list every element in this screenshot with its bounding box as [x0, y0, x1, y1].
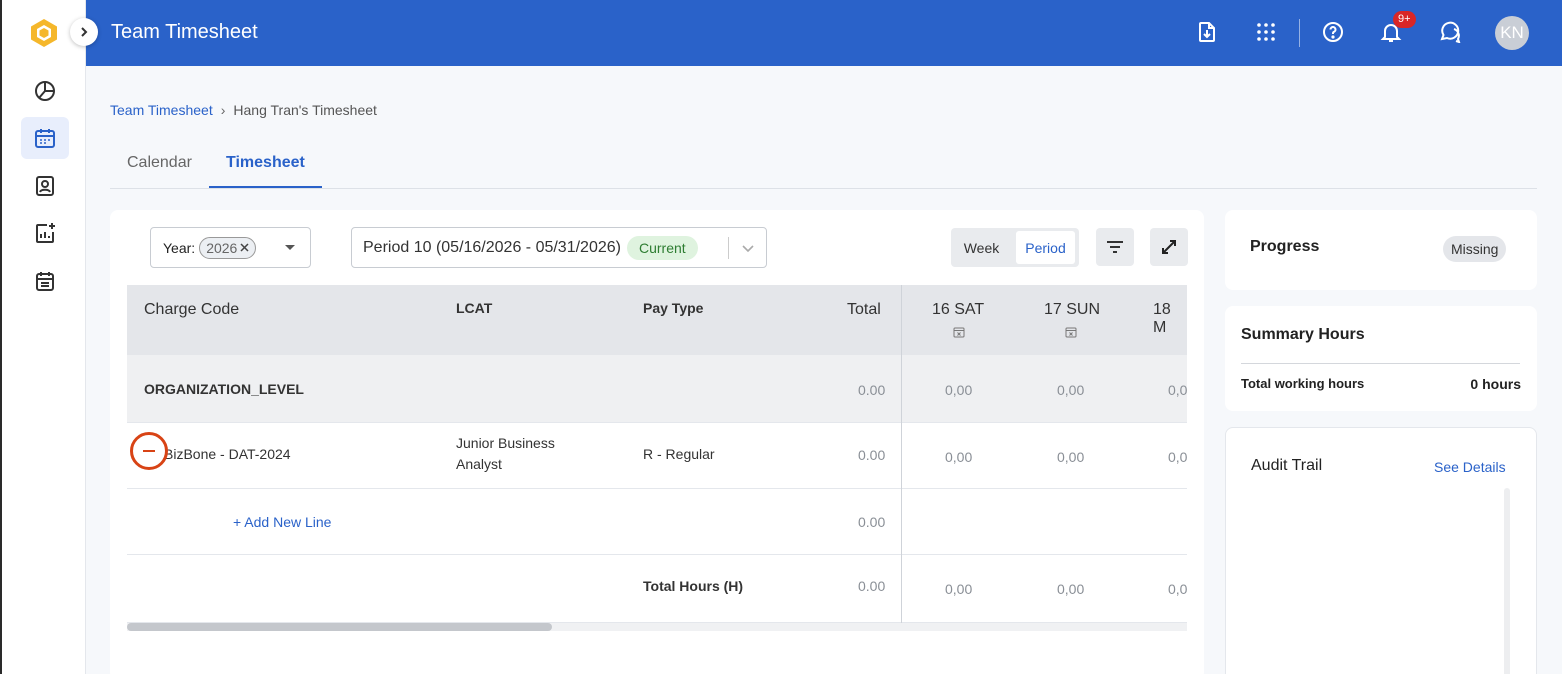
day-cell: 0,00: [945, 581, 973, 597]
period-value: Period 10 (05/16/2026 - 05/31/2026): [363, 238, 621, 256]
header-charge-code: Charge Code: [144, 301, 240, 318]
header-lcat: LCAT: [456, 300, 493, 316]
header-pay-type: Pay Type: [643, 300, 704, 316]
total-working-hours-label: Total working hours: [1241, 376, 1365, 391]
close-icon[interactable]: [240, 243, 249, 252]
calendar-icon[interactable]: [21, 117, 69, 159]
fullscreen-button[interactable]: [1150, 228, 1188, 266]
summary-hours-card: Summary Hours Total working hours 0 hour…: [1225, 306, 1537, 411]
day-cell: 0,00: [1057, 581, 1085, 597]
header-day: 16 SAT: [932, 301, 985, 318]
top-bar: Team Timesheet 9+ KN: [86, 0, 1562, 66]
dashboard-pie-icon[interactable]: [21, 70, 69, 112]
table-header-row: Charge Code LCAT Pay Type Total 16 SAT 1…: [127, 285, 1187, 355]
audit-scrollbar[interactable]: [1504, 488, 1510, 674]
expand-arrows-icon: [1162, 240, 1176, 254]
summary-title: Summary Hours: [1241, 326, 1365, 343]
day-cell[interactable]: 0,00: [945, 449, 972, 465]
user-avatar[interactable]: KN: [1495, 16, 1529, 50]
chevron-down-icon[interactable]: [741, 241, 755, 255]
day-cell: 0,00: [945, 382, 973, 398]
progress-card: Progress Missing: [1225, 210, 1537, 290]
total-working-hours-value: 0 hours: [1470, 376, 1521, 392]
view-toggle: Week Period: [951, 228, 1079, 267]
header-total: Total: [847, 301, 881, 318]
chevron-right-icon: [81, 27, 88, 37]
week-view-button[interactable]: Week: [955, 231, 1008, 264]
frozen-column-divider: [901, 285, 902, 623]
table-row: + Add New Line 0.00: [127, 489, 1187, 555]
timesheet-table: Charge Code LCAT Pay Type Total 16 SAT 1…: [127, 285, 1187, 632]
table-row: BizBone - DAT-2024 Junior Business Analy…: [127, 423, 1187, 489]
total-hours-label: Total Hours (H): [643, 578, 744, 594]
header-day: 17 SUN: [1044, 301, 1101, 318]
minus-icon: [143, 450, 155, 452]
charge-code-cell: BizBone - DAT-2024: [164, 446, 291, 462]
topbar-divider: [1299, 19, 1300, 47]
expand-sidebar-button[interactable]: [70, 18, 98, 46]
calendar-x-icon: [1065, 327, 1077, 338]
day-cell: 0,0: [1168, 382, 1187, 398]
lcat-line2: Analyst: [456, 456, 502, 472]
period-view-button[interactable]: Period: [1016, 231, 1075, 264]
year-chip[interactable]: 2026: [199, 236, 257, 259]
app-logo-icon[interactable]: [28, 17, 60, 49]
tab-calendar[interactable]: Calendar: [110, 154, 209, 188]
tab-bar: Calendar Timesheet: [110, 142, 1537, 189]
caret-down-icon[interactable]: [285, 245, 295, 250]
calendar-x-icon: [953, 327, 965, 338]
schedule-list-icon[interactable]: [21, 260, 69, 302]
export-file-icon[interactable]: [1192, 17, 1222, 47]
horizontal-scrollbar[interactable]: [127, 623, 1187, 631]
org-level-label: ORGANIZATION_LEVEL: [144, 381, 304, 397]
report-add-icon[interactable]: [21, 212, 69, 254]
row-total: 0.00: [858, 514, 886, 530]
status-badge: Missing: [1443, 236, 1507, 262]
pay-type-cell: R - Regular: [643, 446, 715, 462]
breadcrumb: Team Timesheet › Hang Tran's Timesheet: [110, 102, 377, 118]
filter-icon: [1107, 241, 1123, 253]
row-total: 0.00: [858, 447, 886, 463]
day-cell[interactable]: 0,00: [1057, 449, 1084, 465]
breadcrumb-link[interactable]: Team Timesheet: [110, 102, 213, 118]
header-day: 18 M: [1153, 301, 1171, 336]
apps-grid-icon[interactable]: [1251, 17, 1281, 47]
breadcrumb-separator: ›: [220, 102, 226, 118]
table-row: ORGANIZATION_LEVEL 0.00 0,00 0,00 0,0: [127, 355, 1187, 423]
row-total: 0.00: [858, 578, 886, 594]
select-divider: [728, 237, 729, 259]
progress-title: Progress: [1250, 238, 1320, 255]
table-row: Total Hours (H) 0.00 0,00 0,00 0,0: [127, 555, 1187, 623]
tab-timesheet[interactable]: Timesheet: [209, 154, 322, 188]
day-cell: 0,00: [1057, 382, 1085, 398]
row-total: 0.00: [858, 382, 886, 398]
add-new-line-link[interactable]: + Add New Line: [233, 514, 331, 530]
audit-title: Audit Trail: [1251, 457, 1323, 474]
chat-icon[interactable]: [1435, 17, 1465, 47]
divider: [1241, 363, 1520, 364]
year-value: 2026: [206, 239, 238, 256]
scrollbar-thumb[interactable]: [127, 623, 552, 631]
filter-button[interactable]: [1096, 228, 1134, 266]
contact-card-icon[interactable]: [21, 165, 69, 207]
day-cell: 0,0: [1168, 581, 1187, 597]
year-label: Year:: [163, 239, 196, 256]
see-details-link[interactable]: See Details: [1434, 459, 1506, 475]
breadcrumb-current: Hang Tran's Timesheet: [233, 102, 377, 118]
day-cell[interactable]: 0,0: [1168, 449, 1187, 465]
notification-badge: 9+: [1393, 11, 1416, 28]
sidebar: [0, 0, 86, 674]
year-select[interactable]: Year: 2026: [150, 227, 311, 268]
remove-line-button[interactable]: [130, 432, 168, 470]
help-icon[interactable]: [1318, 17, 1348, 47]
lcat-line1: Junior Business: [456, 435, 555, 451]
timesheet-card: Year: 2026 Period 10 (05/16/2026 - 05/31…: [110, 210, 1204, 674]
audit-trail-card: Audit Trail See Details: [1225, 427, 1537, 674]
current-badge: Current: [626, 235, 698, 260]
period-select[interactable]: Period 10 (05/16/2026 - 05/31/2026) Curr…: [351, 227, 767, 268]
app-title: Team Timesheet: [111, 21, 258, 43]
